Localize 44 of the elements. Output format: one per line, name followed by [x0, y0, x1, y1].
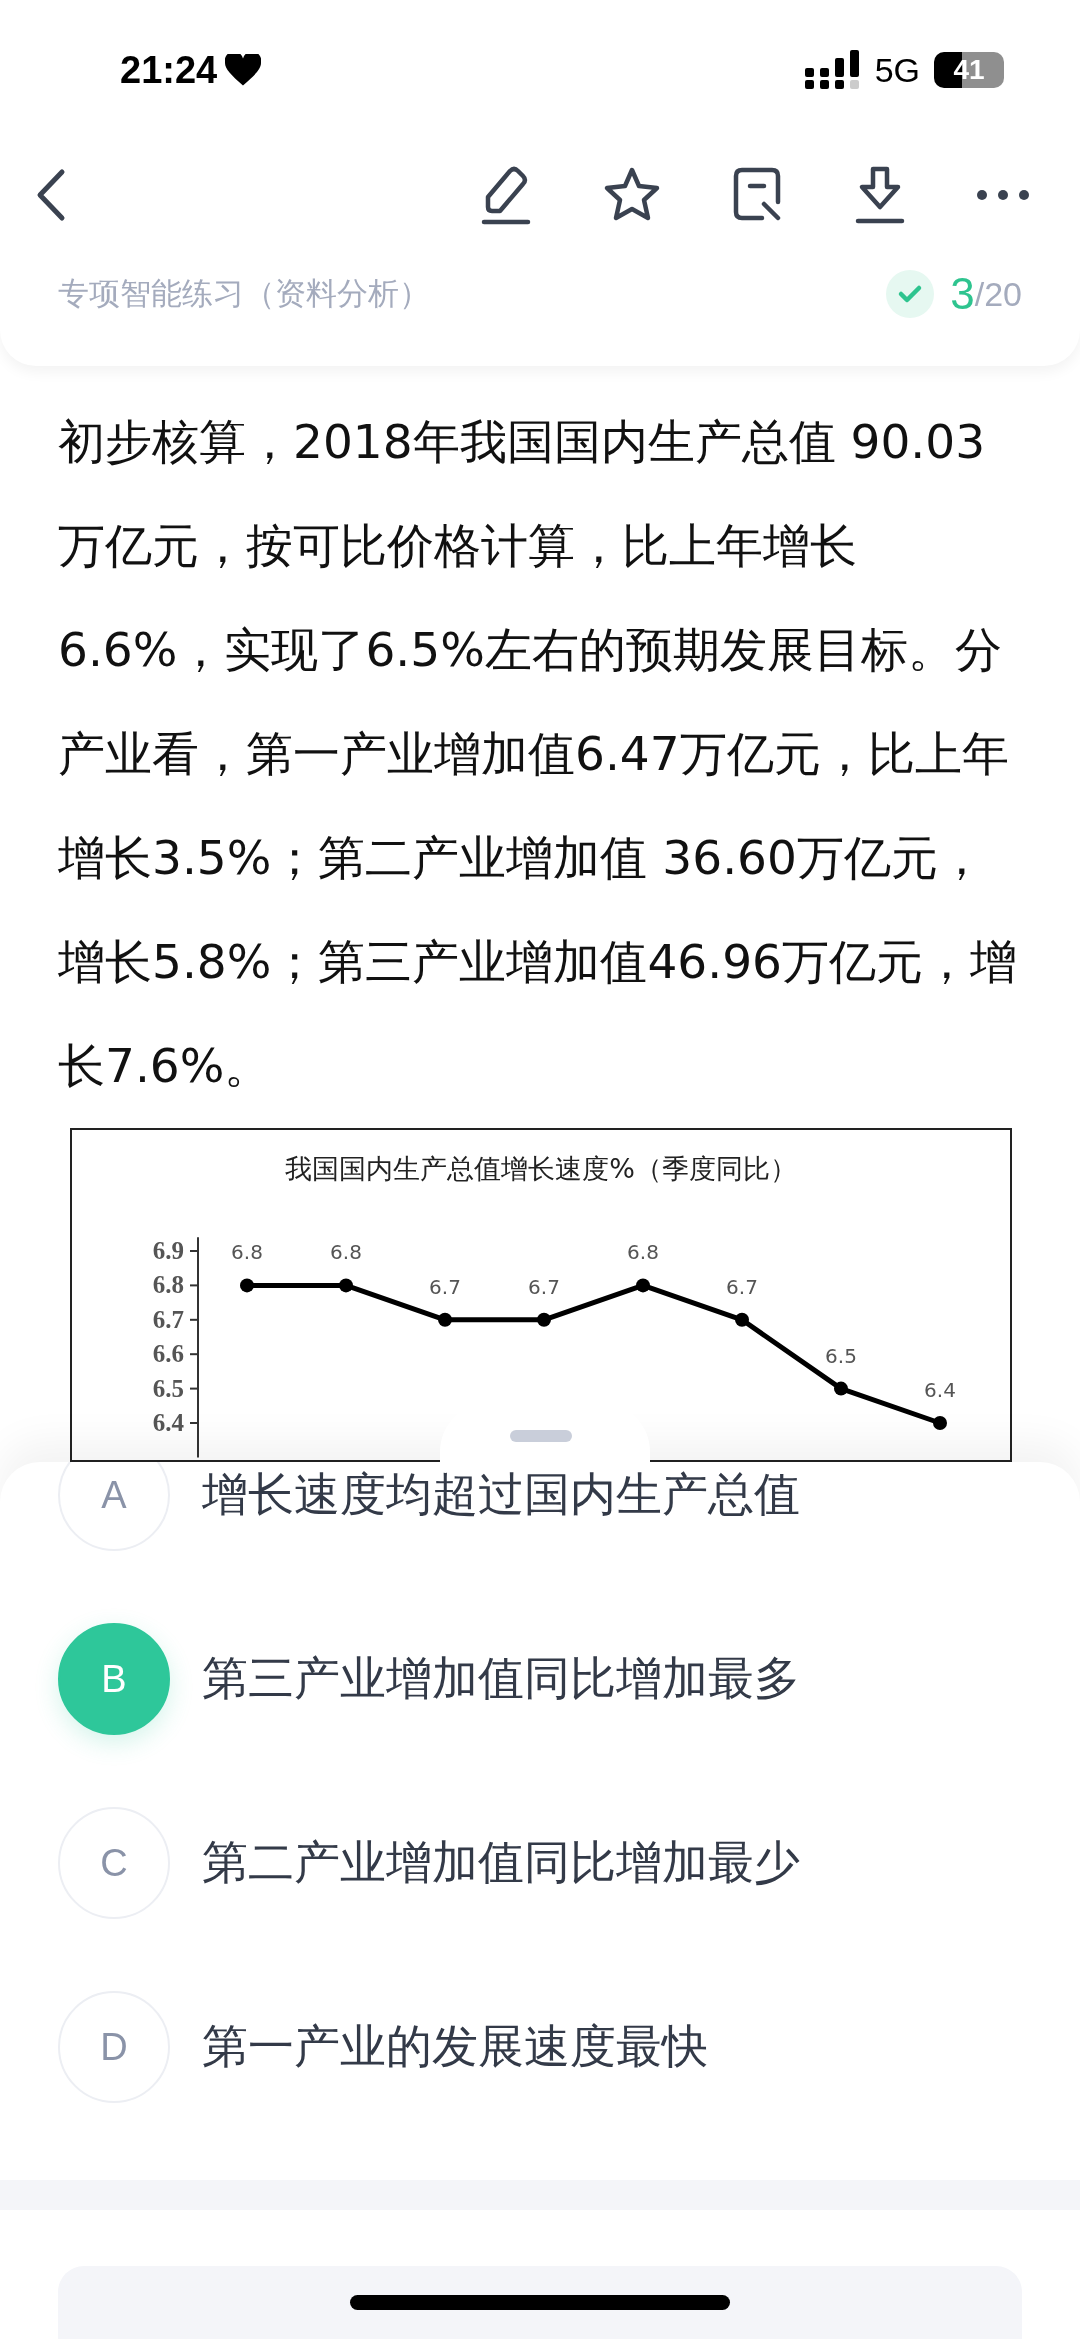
- y-tick-label: 6.4: [152, 1409, 184, 1436]
- option-row[interactable]: D 第一产业的发展速度最快: [0, 1955, 1080, 2139]
- progress-total: /20: [974, 274, 1022, 314]
- option-text: 第三产业增加值同比增加最多: [202, 1650, 800, 1707]
- data-point: [636, 1278, 650, 1293]
- y-tick-label: 6.7: [152, 1305, 184, 1333]
- progress-current: 3: [950, 269, 975, 319]
- data-label: 6.7: [429, 1274, 461, 1299]
- y-tick-label: 6.8: [152, 1271, 184, 1299]
- data-label: 6.5: [825, 1343, 857, 1368]
- back-icon[interactable]: [36, 168, 66, 222]
- option-text: 第一产业的发展速度最快: [202, 2018, 708, 2075]
- option-text: 第二产业增加值同比增加最少: [202, 1834, 800, 1891]
- passage-text: 初步核算，2018年我国国内生产总值 90.03万亿元，按可比价格计算，比上年增长6.6%，实现了6.5%左右的预期发展目标。分产业看，第一产业增加值6.47万亿元，比上年增长3.5%；第二产业增加值 36.60万亿元，增长5.8%；第三产业增加值46.96万亿元，增长7.6%。: [58, 413, 1018, 1095]
- chart-title: 我国国内生产总值增长速度%（季度同比）: [285, 1153, 797, 1184]
- data-point: [438, 1312, 452, 1327]
- network-label: 5G: [874, 50, 920, 90]
- more-icon[interactable]: [976, 189, 1030, 201]
- data-label: 6.7: [528, 1274, 560, 1299]
- drag-handle[interactable]: [510, 1430, 572, 1442]
- heart-icon: [225, 53, 262, 87]
- pencil-icon[interactable]: [480, 165, 532, 225]
- option-text: 增长速度均超过国内生产总值: [202, 1466, 800, 1523]
- signal-icon: [804, 50, 861, 90]
- data-label: 6.8: [231, 1240, 263, 1265]
- option-row[interactable]: A 增长速度均超过国内生产总值: [0, 1462, 1080, 1587]
- data-point: [537, 1312, 551, 1327]
- data-label: 6.7: [726, 1274, 758, 1299]
- data-point: [339, 1278, 353, 1293]
- data-point: [735, 1312, 749, 1327]
- data-label: 6.8: [330, 1240, 362, 1265]
- y-tick-label: 6.6: [152, 1340, 184, 1368]
- data-point: [240, 1278, 254, 1293]
- y-tick-label: 6.5: [152, 1374, 184, 1402]
- status-time: 21:24: [120, 48, 218, 92]
- data-point: [834, 1381, 848, 1396]
- option-row[interactable]: B 第三产业增加值同比增加最多: [0, 1587, 1080, 1771]
- practice-title: 专项智能练习（资料分析）: [58, 274, 430, 313]
- y-tick-label: 6.9: [152, 1237, 184, 1264]
- option-row[interactable]: C 第二产业增加值同比增加最少: [0, 1771, 1080, 1955]
- download-icon[interactable]: [854, 165, 906, 225]
- data-label: 6.4: [924, 1378, 956, 1402]
- data-point: [933, 1416, 947, 1430]
- data-label: 6.8: [627, 1240, 659, 1265]
